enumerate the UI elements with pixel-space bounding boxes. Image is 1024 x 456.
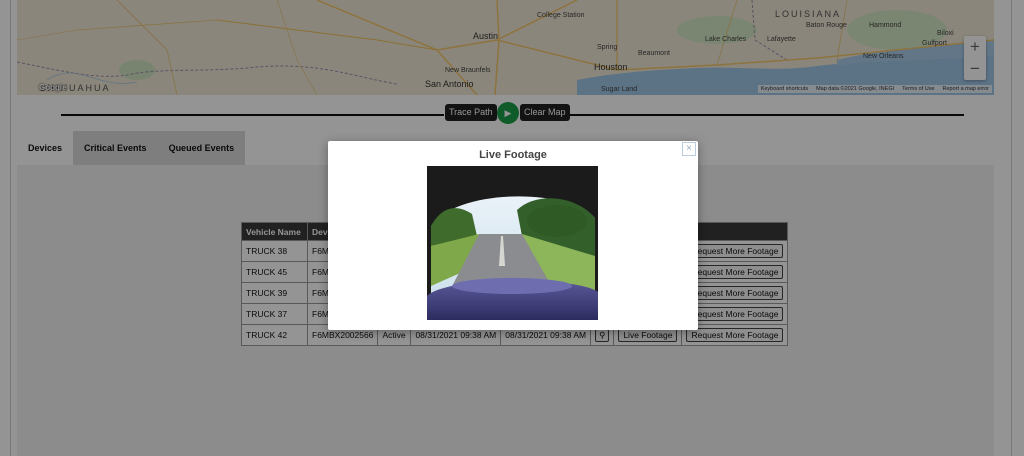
close-icon[interactable]: × xyxy=(682,142,696,156)
camera-view xyxy=(427,166,598,320)
modal-title: Live Footage xyxy=(479,149,547,161)
live-footage-modal: Live Footage × xyxy=(328,141,698,330)
video-feed[interactable] xyxy=(427,166,598,320)
